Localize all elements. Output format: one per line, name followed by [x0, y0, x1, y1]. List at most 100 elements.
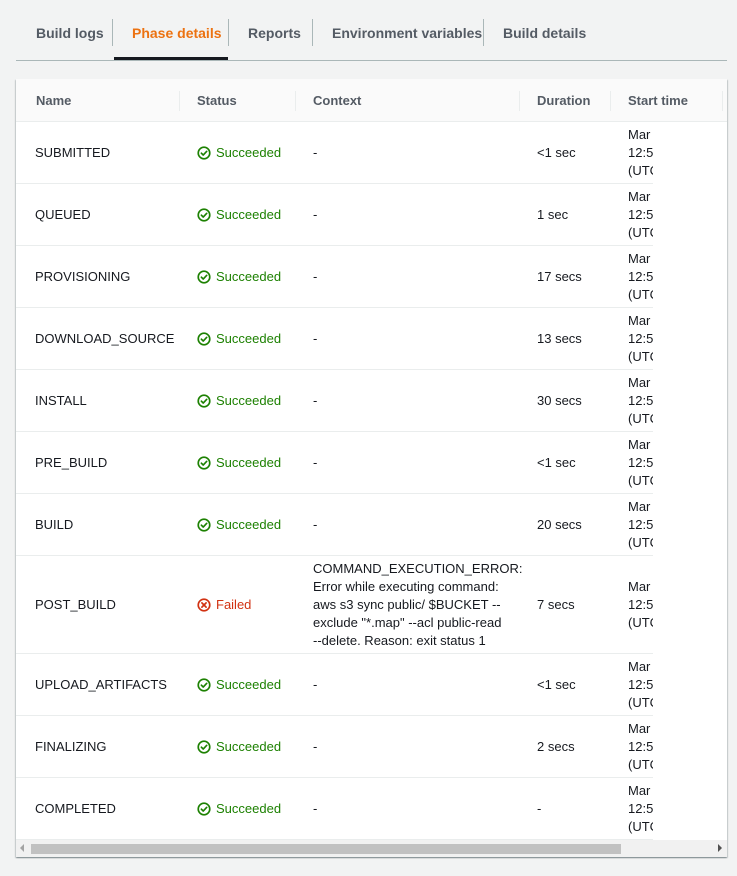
start-time-line: (UTC	[628, 410, 653, 426]
start-time-line: 12:5	[628, 392, 653, 408]
phase-name: COMPLETED	[35, 800, 116, 816]
tab-environment-variables[interactable]: Environment variables	[332, 18, 482, 60]
context-cell: -	[313, 308, 508, 369]
check-circle-icon	[197, 207, 211, 222]
duration-cell: 1 sec	[537, 206, 569, 222]
column-divider[interactable]	[722, 91, 723, 111]
start-time-cell: Mar 12:5 (UTC	[628, 654, 653, 715]
start-time-cell: Mar 12:5 (UTC	[628, 432, 653, 493]
context-text: -	[313, 144, 318, 160]
start-time-line: 12:5	[628, 144, 653, 160]
duration-cell: 30 secs	[537, 392, 582, 408]
column-divider[interactable]	[179, 91, 180, 111]
start-time-line: (UTC	[628, 472, 653, 488]
tab-reports[interactable]: Reports	[248, 18, 301, 60]
context-cell: -	[313, 370, 508, 431]
status-badge: Succeeded	[197, 184, 281, 245]
table-row: DOWNLOAD_SOURCE Succeeded - 13 secs Mar 12:5 (…	[16, 308, 653, 370]
start-time-line: Mar	[628, 782, 651, 798]
tab-build-details[interactable]: Build details	[503, 18, 586, 60]
column-header-context[interactable]: Context	[313, 79, 361, 122]
x-circle-icon	[197, 597, 211, 612]
status-text: Succeeded	[216, 392, 282, 408]
start-time-line: (UTC	[628, 348, 653, 364]
table-row: QUEUED Succeeded - 1 sec Mar 12:5 (UTC	[16, 184, 653, 246]
start-time-line: (UTC	[628, 614, 653, 630]
start-time-cell: Mar 12:5 (UTC	[628, 778, 653, 839]
status-text: Succeeded	[216, 144, 282, 160]
tab-bar: Build logs Phase details Reports Environ…	[16, 0, 727, 61]
start-time-line: Mar	[628, 374, 651, 390]
check-circle-icon	[197, 801, 211, 816]
duration-cell: 20 secs	[537, 516, 582, 532]
table-row: POST_BUILD Failed COMMAND_EXECUTION_ERROR:…	[16, 556, 653, 654]
start-time-line: Mar	[628, 126, 651, 142]
tab-phase-details[interactable]: Phase details	[114, 18, 228, 60]
start-time-cell: Mar 12:5 (UTC	[628, 370, 653, 431]
status-text: Succeeded	[216, 516, 282, 532]
table-row: INSTALL Succeeded - 30 secs Mar 12:5 (UTC	[16, 370, 653, 432]
status-badge: Succeeded	[197, 308, 281, 369]
context-text: -	[313, 392, 318, 408]
column-divider[interactable]	[519, 91, 520, 111]
check-circle-icon	[197, 331, 211, 346]
duration-cell: 17 secs	[537, 268, 582, 284]
start-time-cell: Mar 12:5 (UTC	[628, 556, 653, 653]
start-time-cell: Mar 12:5 (UTC	[628, 122, 653, 183]
table-row: PRE_BUILD Succeeded - <1 sec Mar 12:5 (UTC	[16, 432, 653, 494]
table-row: BUILD Succeeded - 20 secs Mar 12:5 (UTC	[16, 494, 653, 556]
check-circle-icon	[197, 269, 211, 284]
context-cell: -	[313, 432, 508, 493]
start-time-line: (UTC	[628, 286, 653, 302]
scrollbar-thumb[interactable]	[31, 844, 621, 854]
scroll-right-arrow-icon[interactable]	[718, 844, 722, 852]
table-row: UPLOAD_ARTIFACTS Succeeded - <1 sec Mar 12:5 (…	[16, 654, 653, 716]
check-circle-icon	[197, 393, 211, 408]
phase-name: SUBMITTED	[35, 144, 111, 160]
column-header-status[interactable]: Status	[197, 79, 237, 122]
column-divider[interactable]	[610, 91, 611, 111]
check-circle-icon	[197, 517, 211, 532]
start-time-line: 12:5	[628, 330, 653, 346]
duration-cell: <1 sec	[537, 144, 576, 160]
start-time-line: Mar	[628, 658, 651, 674]
context-text: -	[313, 268, 318, 284]
start-time-line: Mar	[628, 578, 651, 594]
context-text: -	[313, 206, 318, 222]
context-text: -	[313, 676, 318, 692]
tab-divider	[228, 19, 229, 46]
context-text: -	[313, 800, 318, 816]
column-divider[interactable]	[295, 91, 296, 111]
duration-cell: <1 sec	[537, 454, 576, 470]
status-badge: Succeeded	[197, 716, 281, 777]
start-time-line: 12:5	[628, 454, 653, 470]
table-row: SUBMITTED Succeeded - <1 sec Mar 12:5 (UTC	[16, 122, 653, 184]
start-time-line: 12:5	[628, 738, 653, 754]
context-text: -	[313, 516, 318, 532]
start-time-cell: Mar 12:5 (UTC	[628, 308, 653, 369]
start-time-line: 12:5	[628, 268, 653, 284]
column-header-name[interactable]: Name	[36, 79, 71, 122]
table-row: FINALIZING Succeeded - 2 secs Mar 12:5 (UTC	[16, 716, 653, 778]
status-text: Succeeded	[216, 676, 282, 692]
duration-cell: 7 secs	[537, 596, 575, 612]
context-cell: -	[313, 654, 508, 715]
tab-build-logs[interactable]: Build logs	[36, 18, 124, 60]
duration-cell: 2 secs	[537, 738, 575, 754]
status-badge: Succeeded	[197, 370, 281, 431]
column-header-start-time[interactable]: Start time	[628, 79, 688, 122]
context-text: COMMAND_EXECUTION_ERROR: Error while exe…	[313, 560, 523, 648]
status-badge: Succeeded	[197, 432, 281, 493]
column-header-duration[interactable]: Duration	[537, 79, 590, 122]
duration-cell: <1 sec	[537, 676, 576, 692]
start-time-line: Mar	[628, 188, 651, 204]
horizontal-scrollbar[interactable]	[16, 840, 727, 857]
phase-name: DOWNLOAD_SOURCE	[35, 330, 175, 346]
scroll-left-arrow-icon[interactable]	[20, 844, 24, 852]
start-time-cell: Mar 12:5 (UTC	[628, 494, 653, 555]
start-time-line: (UTC	[628, 694, 653, 710]
duration-cell: 13 secs	[537, 330, 582, 346]
table-row: COMPLETED Succeeded - - Mar 12:5 (UTC	[16, 778, 653, 840]
start-time-line: (UTC	[628, 818, 653, 834]
tab-divider	[112, 19, 113, 46]
